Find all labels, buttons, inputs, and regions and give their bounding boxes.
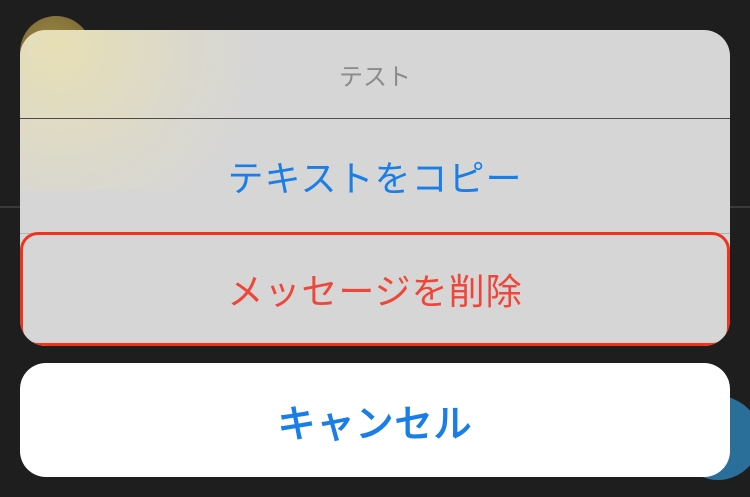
screen: テスト テキストをコピー メッセージを削除 キャンセル (0, 0, 750, 497)
cancel-button[interactable]: キャンセル (20, 363, 730, 477)
delete-message-button[interactable]: メッセージを削除 (20, 232, 730, 346)
action-sheet-title: テスト (339, 62, 411, 91)
copy-text-button[interactable]: テキストをコピー (20, 119, 730, 233)
action-sheet: テスト テキストをコピー メッセージを削除 (20, 30, 730, 346)
